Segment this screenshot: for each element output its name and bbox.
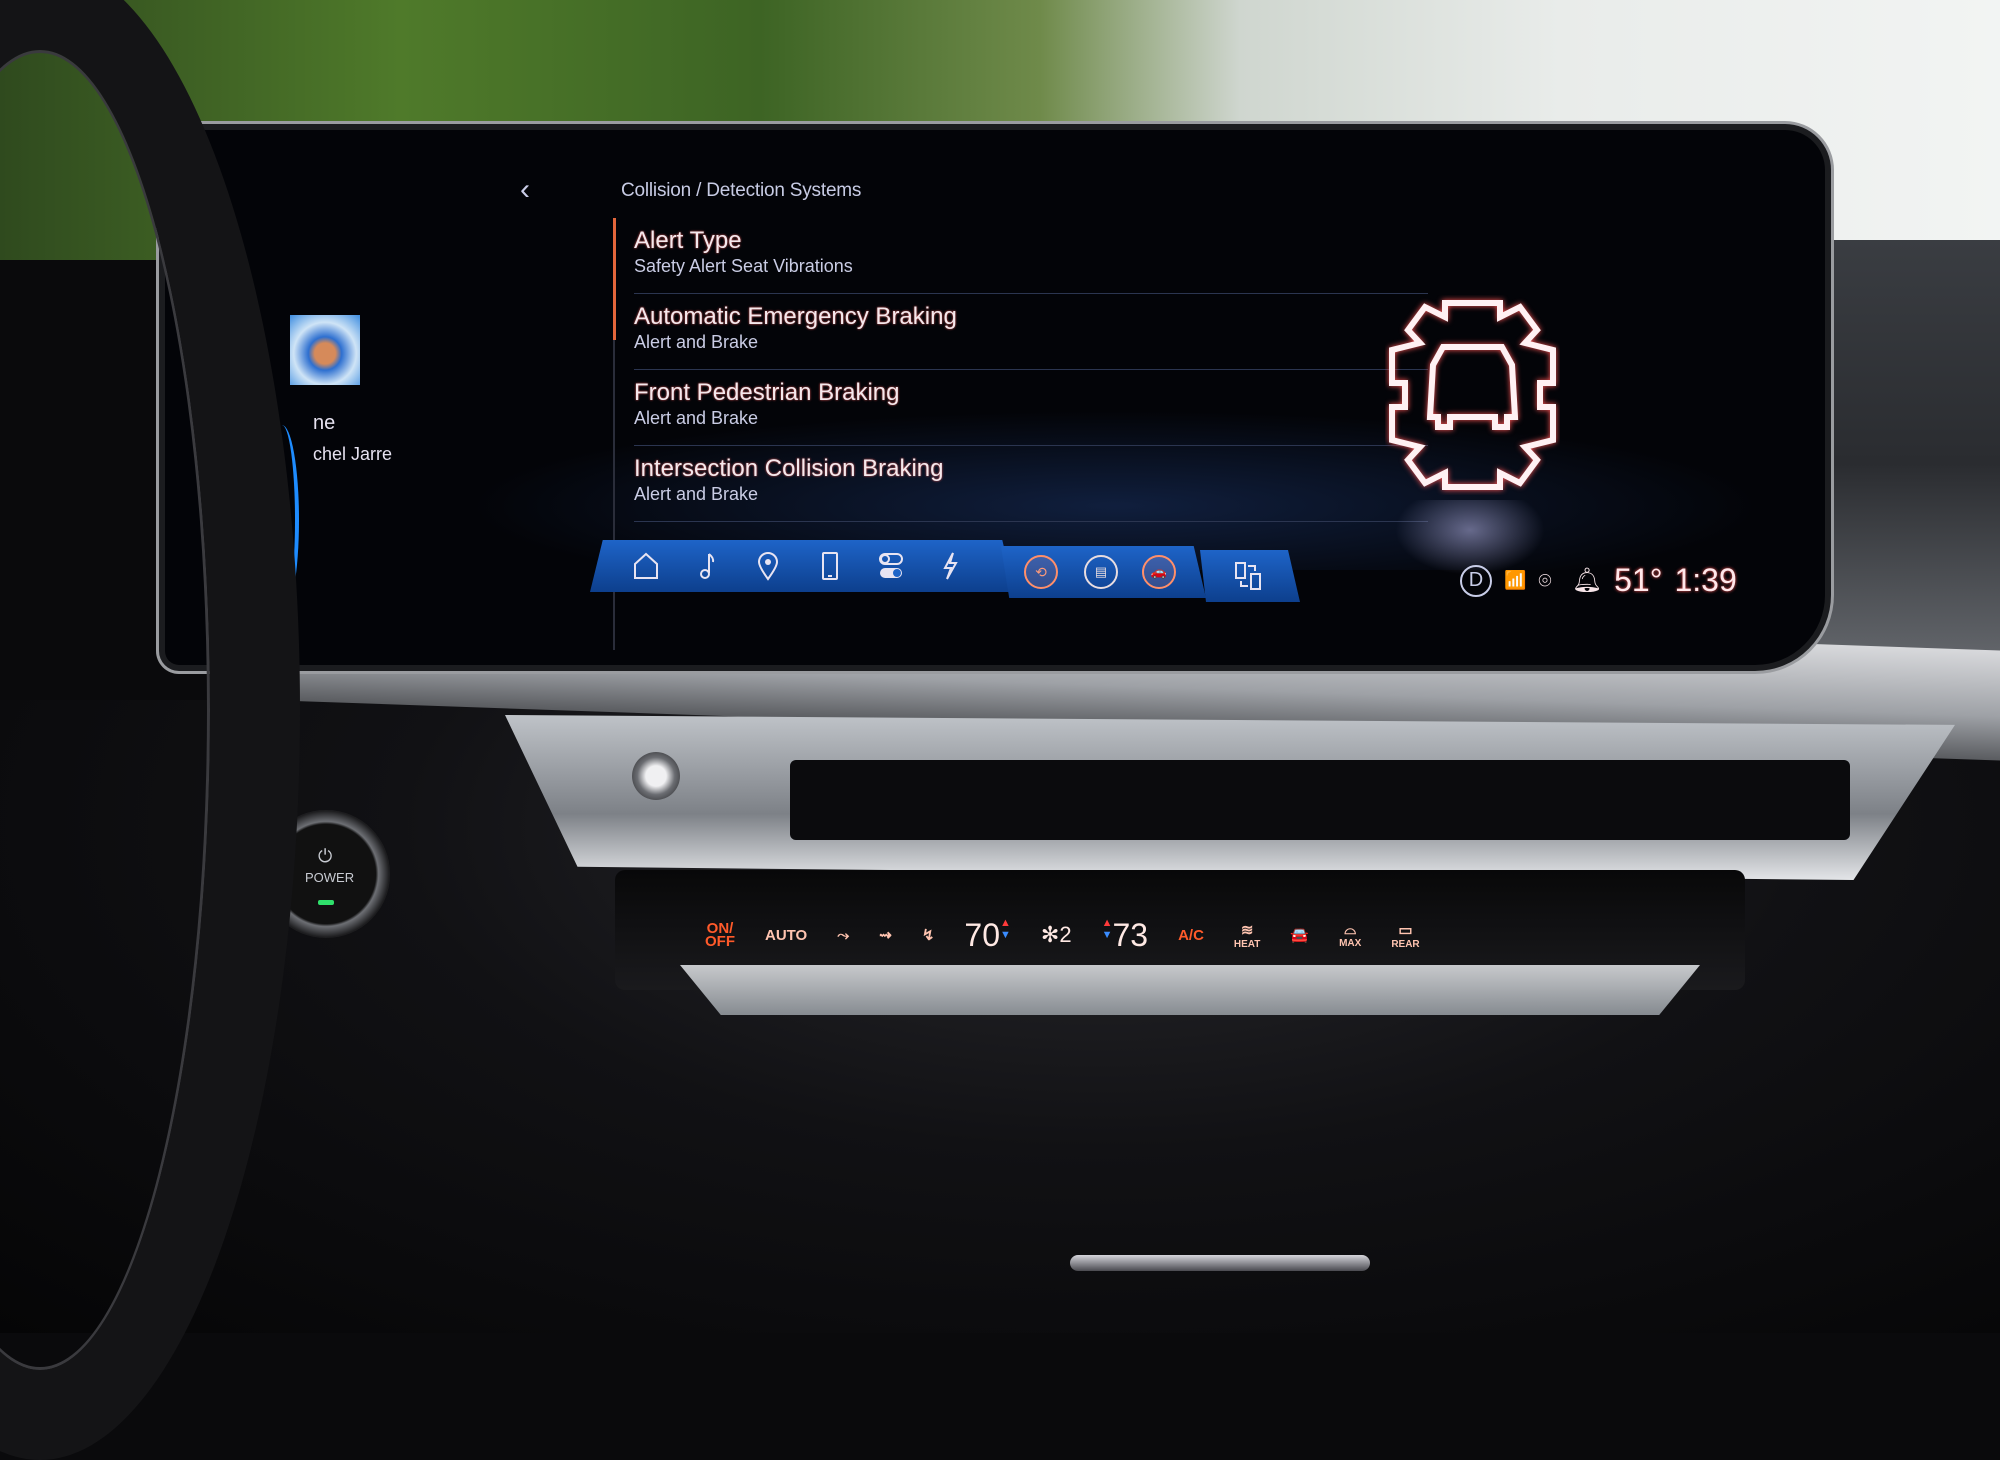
item-value: Alert and Brake <box>634 484 759 504</box>
item-value: Safety Alert Seat Vibrations <box>634 256 853 276</box>
right-temperature[interactable]: ▲ ▼73 <box>1102 917 1148 954</box>
power-indicator-led <box>318 900 334 905</box>
climate-auto-button[interactable]: AUTO <box>765 927 807 944</box>
list-item[interactable]: Intersection Collision Braking Alert and… <box>634 446 1428 522</box>
volume-knob[interactable] <box>632 752 680 800</box>
back-button[interactable]: ‹ <box>520 175 530 205</box>
phone-projection-swap-icon[interactable] <box>1230 558 1266 594</box>
infotainment-screen: 100% ▯ 0 254mi ne chel Jarre ‹ Collision… <box>165 130 1825 665</box>
music-icon[interactable] <box>690 548 726 584</box>
item-title: Automatic Emergency Braking <box>634 303 957 330</box>
temp-up-down-icon[interactable]: ▲ ▼ <box>1000 917 1011 941</box>
outside-temperature: 51° <box>1614 562 1663 598</box>
clock: 1:39 <box>1674 562 1737 598</box>
climate-on-off-button[interactable]: ON/ OFF <box>705 921 735 949</box>
5g-connectivity-icon: 📶 <box>1504 570 1527 590</box>
item-title: Alert Type <box>634 227 742 254</box>
rear-defrost-icon: ▭ <box>1398 921 1413 939</box>
item-value: Alert and Brake <box>634 332 759 352</box>
fan-icon: ✻ <box>1040 922 1060 947</box>
item-title: Front Pedestrian Braking <box>634 379 900 406</box>
heat-label: HEAT <box>1233 938 1261 950</box>
selection-indicator <box>613 218 616 340</box>
location-pin-icon: ⌾ <box>1538 567 1552 593</box>
power-label: POWER <box>305 870 355 885</box>
list-rail <box>613 340 615 650</box>
fan-speed-value: 2 <box>1059 922 1072 947</box>
list-item[interactable]: Automatic Emergency Braking Alert and Br… <box>634 294 1428 370</box>
artist-name: chel Jarre <box>313 444 393 464</box>
driver-profile-button[interactable]: D <box>1460 564 1492 597</box>
status-bar: D 📶 ⌾ 🔔︎ 51° 1:39 <box>1460 562 1737 599</box>
power-icon: ⏻ <box>318 846 333 866</box>
temp-up-down-icon[interactable]: ▲ ▼ <box>1102 917 1113 941</box>
max-label: MAX <box>1339 938 1362 949</box>
song-title: ne <box>313 412 336 434</box>
max-defrost-button[interactable]: ⌓ MAX <box>1339 921 1361 949</box>
climate-controls: ON/ OFF AUTO ⤳ ⇝ ↯ 70▲ ▼ ✻2 ▲ ▼73 A/C ≋ HEA… <box>705 905 1705 965</box>
airflow-defrost-face-icon[interactable]: ⤳ <box>837 927 849 944</box>
item-title: Intersection Collision Braking <box>634 455 944 482</box>
car-wash-icon[interactable]: 🚗 <box>1141 554 1177 590</box>
list-item[interactable]: Front Pedestrian Braking Alert and Brake <box>634 370 1428 446</box>
collision-detection-car-icon <box>1389 300 1556 490</box>
list-item[interactable]: Alert Type Safety Alert Seat Vibrations <box>634 218 1428 294</box>
display-settings-icon[interactable]: ▤ <box>1083 554 1119 590</box>
projection-bar <box>1200 550 1300 602</box>
chevron-left-icon: ‹ <box>520 173 530 206</box>
windshield-defrost-icon: ⌓ <box>1344 921 1357 938</box>
climate-hard-keys[interactable] <box>680 965 1700 1015</box>
home-icon[interactable] <box>628 548 664 584</box>
item-value: Alert and Brake <box>634 408 759 428</box>
air-vent <box>790 760 1850 840</box>
album-art[interactable] <box>290 315 360 385</box>
settings-list: Alert Type Safety Alert Seat Vibrations … <box>613 218 1428 650</box>
navigation-pin-icon[interactable] <box>750 548 786 584</box>
settings-toggle-icon[interactable] <box>873 548 909 584</box>
airflow-face-icon[interactable]: ⇝ <box>879 926 892 944</box>
left-temp-value: 70 <box>964 916 1000 953</box>
right-temp-value: 73 <box>1112 916 1149 953</box>
phone-icon[interactable] <box>812 548 848 584</box>
recirculation-button[interactable]: 🚘 <box>1290 926 1309 944</box>
left-temperature[interactable]: 70▲ ▼ <box>964 917 1010 954</box>
notification-bell-icon[interactable]: 🔔︎ <box>1572 566 1602 595</box>
main-nav-bar <box>590 540 1015 592</box>
rear-label: REAR <box>1391 938 1420 950</box>
heat-waves-icon: ≋ <box>1240 921 1254 939</box>
airflow-feet-icon[interactable]: ↯ <box>922 926 935 944</box>
driver-assist-icon[interactable]: ⟲ <box>1023 554 1059 590</box>
ac-button[interactable]: A/C <box>1178 927 1204 944</box>
fan-speed[interactable]: ✻2 <box>1041 922 1072 948</box>
heated-seat-button[interactable]: ≋ HEAT <box>1234 921 1260 950</box>
rear-defrost-button[interactable]: ▭ REAR <box>1391 921 1419 950</box>
shortcut-bar: ⟲ ▤ 🚗 <box>1001 546 1206 598</box>
car-recirculation-icon: 🚘 <box>1290 927 1310 944</box>
energy-bolt-icon[interactable] <box>932 548 968 584</box>
breadcrumb: Collision / Detection Systems <box>621 180 862 201</box>
glovebox-handle[interactable] <box>1070 1255 1370 1271</box>
